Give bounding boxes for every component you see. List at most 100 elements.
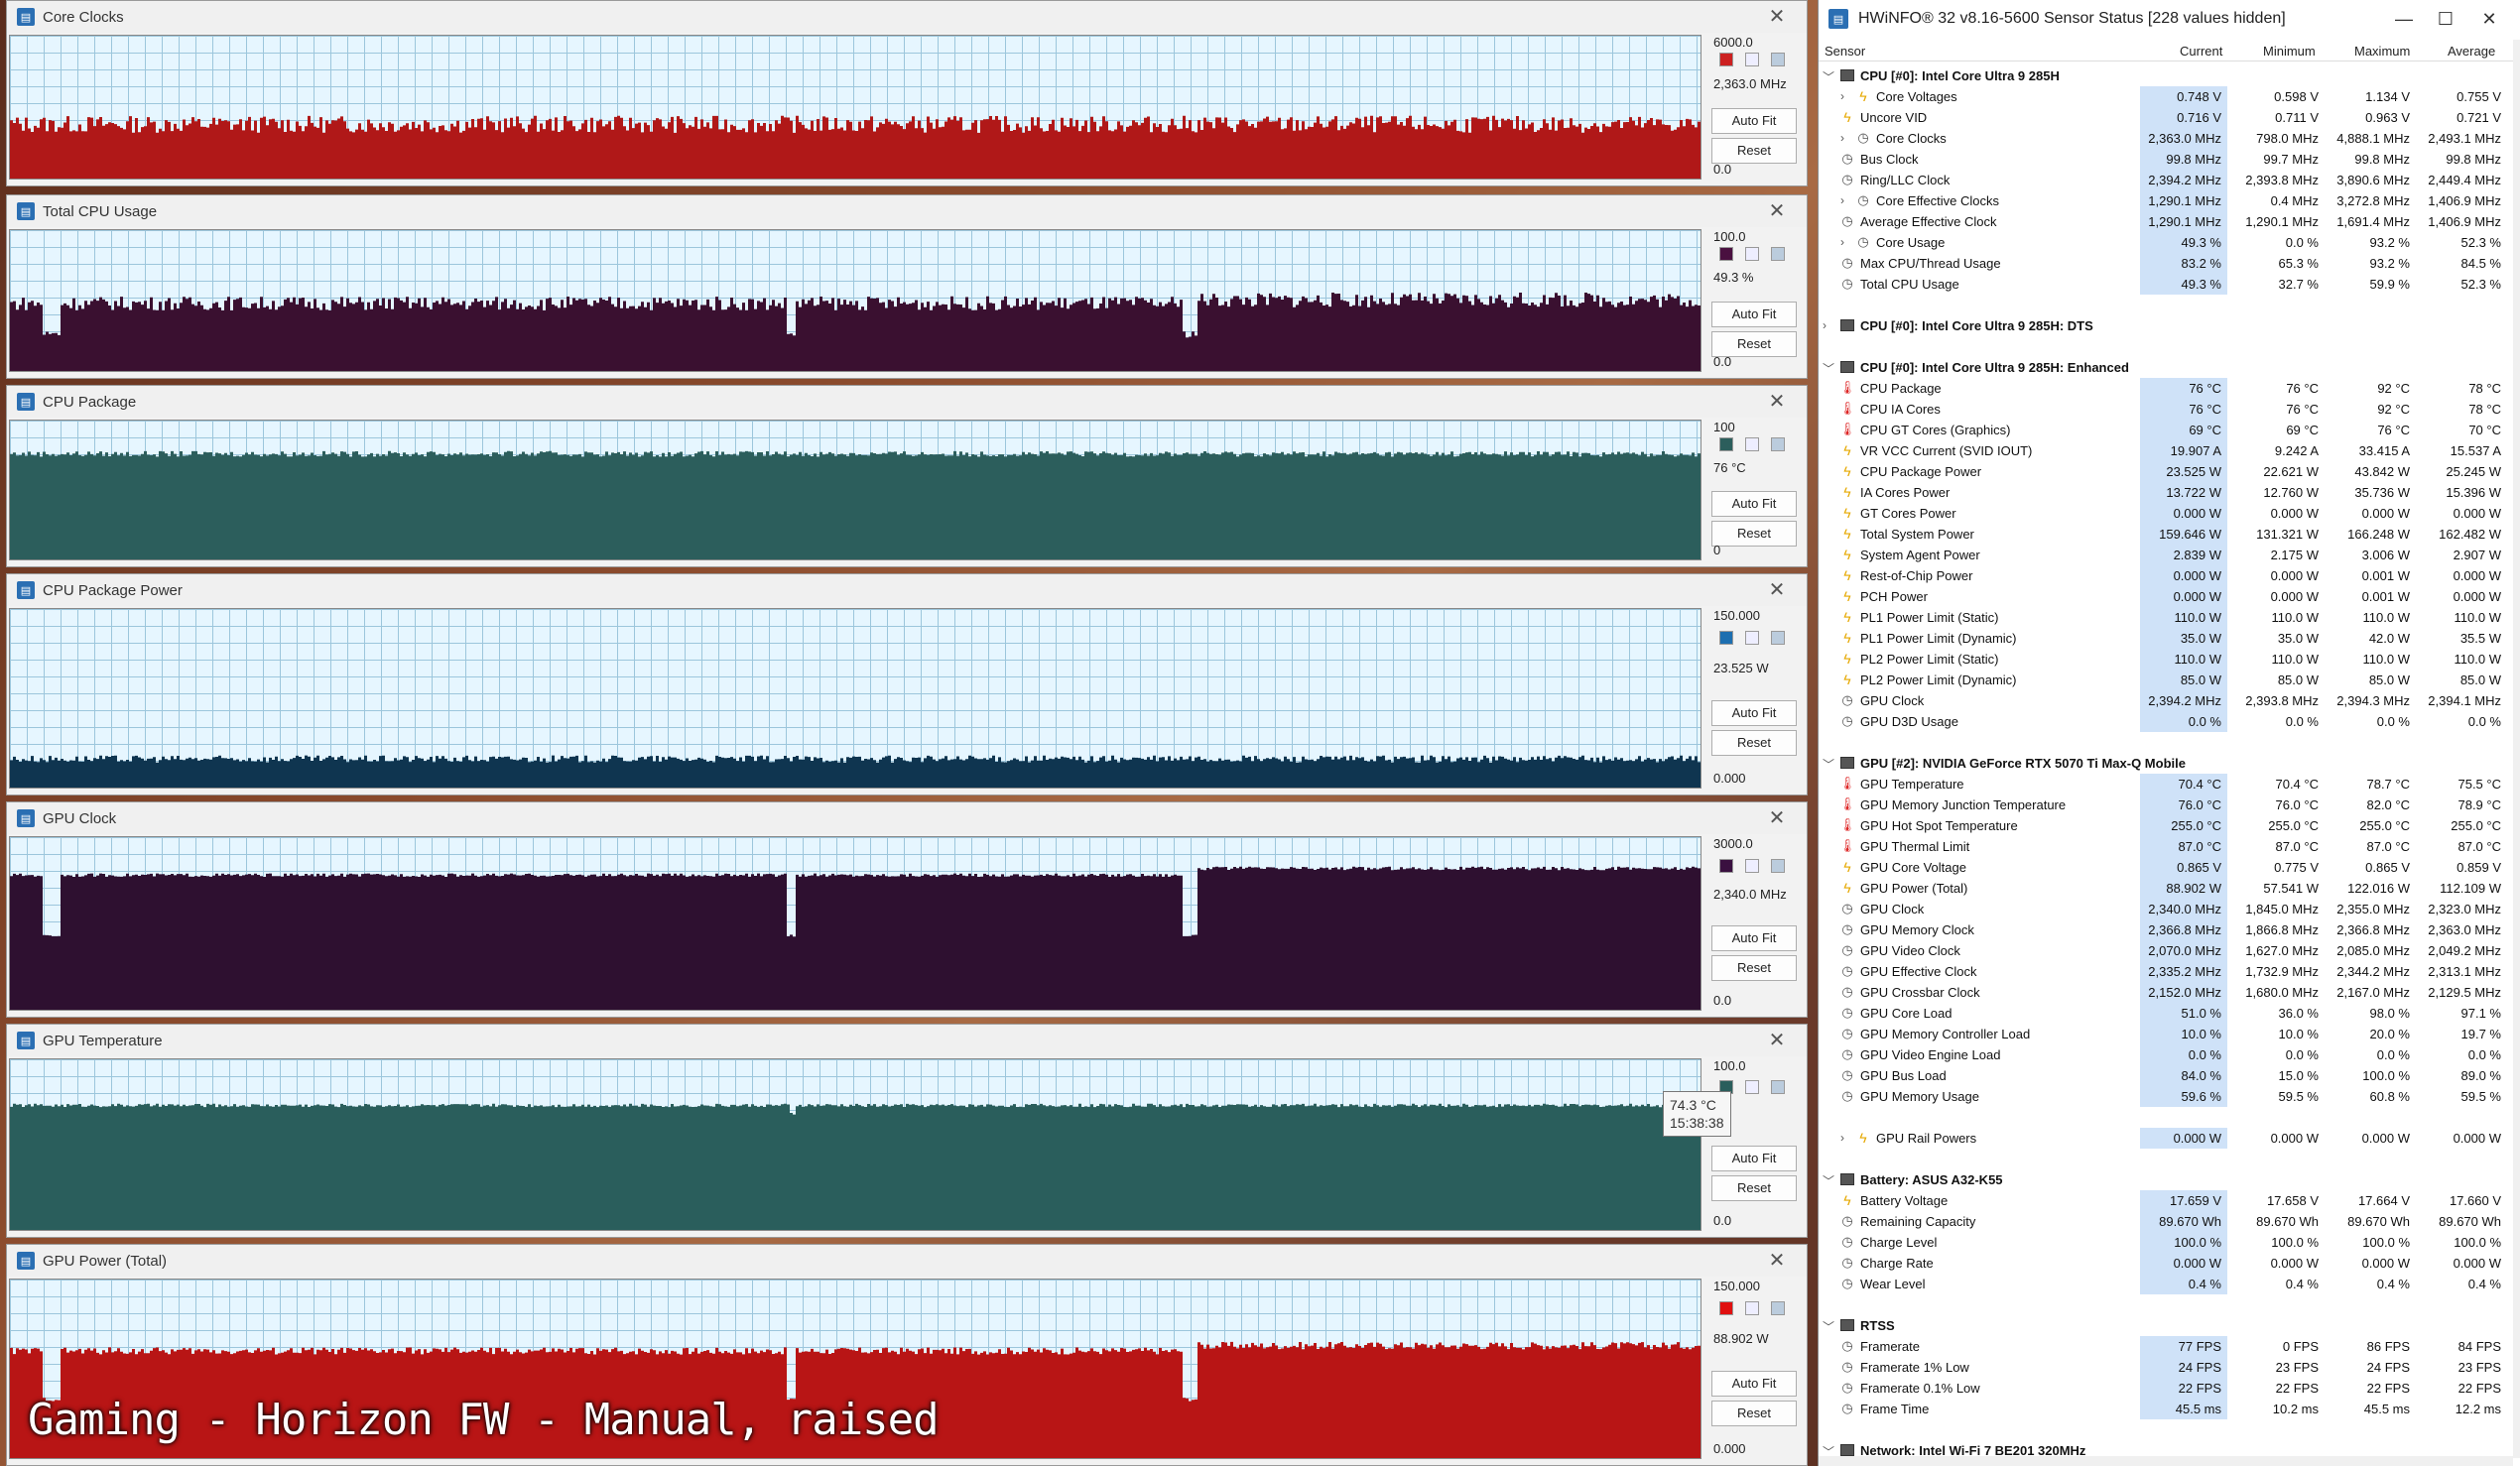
swatch-light[interactable]: [1745, 858, 1759, 873]
sensor-group-row[interactable]: ﹀ CPU [#0]: Intel Core Ultra 9 285H: Enha…: [1819, 357, 2513, 378]
color-swatch[interactable]: [1719, 53, 1733, 67]
expand-toggle[interactable]: ›: [1840, 235, 1854, 249]
close-icon[interactable]: ✕: [1765, 806, 1789, 830]
expand-toggle[interactable]: ›: [1823, 318, 1836, 332]
sensor-group-row[interactable]: ﹀ CPU [#0]: Intel Core Ultra 9 285H: [1819, 65, 2513, 86]
color-swatch[interactable]: [1719, 247, 1733, 262]
sensor-row[interactable]: ◷ GPU Core Load 51.0 % 36.0 % 98.0 % 97.1 %: [1819, 1003, 2513, 1024]
auto-fit-button[interactable]: Auto Fit: [1711, 490, 1797, 517]
sensor-row[interactable]: ϟ PL1 Power Limit (Static) 110.0 W 110.0 W 1…: [1819, 607, 2513, 628]
vertical-scrollbar[interactable]: [2513, 40, 2520, 1458]
column-average[interactable]: Average: [2448, 44, 2495, 59]
expand-toggle[interactable]: ﹀: [1823, 1318, 1836, 1335]
sensor-row[interactable]: ϟ VR VCC Current (SVID IOUT) 19.907 A 9.242…: [1819, 440, 2513, 461]
sensor-row[interactable]: › ϟ GPU Rail Powers 0.000 W 0.000 W 0.000 W 0.…: [1819, 1128, 2513, 1149]
expand-toggle[interactable]: ﹀: [1823, 68, 1836, 85]
color-swatch[interactable]: [1719, 631, 1733, 646]
swatch-blue[interactable]: [1771, 1301, 1785, 1316]
auto-fit-button[interactable]: Auto Fit: [1711, 301, 1797, 327]
reset-button[interactable]: Reset: [1711, 954, 1797, 981]
sensor-row[interactable]: ◷ GPU Memory Clock 2,366.8 MHz 1,866.8 MHz 2…: [1819, 919, 2513, 940]
sensor-row[interactable]: ϟ GT Cores Power 0.000 W 0.000 W 0.000 W 0.00…: [1819, 503, 2513, 524]
sensor-row[interactable]: 🌡 CPU Package 76 °C 76 °C 92 °C 78 °C: [1819, 378, 2513, 399]
sensor-row[interactable]: ϟ PL2 Power Limit (Static) 110.0 W 110.0 W 1…: [1819, 649, 2513, 670]
sensor-row[interactable]: 🌡 CPU GT Cores (Graphics) 69 °C 69 °C 76 °C 7…: [1819, 420, 2513, 440]
sensor-row[interactable]: › ◷ Core Usage 49.3 % 0.0 % 93.2 % 52.3 %: [1819, 232, 2513, 253]
swatch-blue[interactable]: [1771, 247, 1785, 262]
sensor-row[interactable]: ϟ PL1 Power Limit (Dynamic) 35.0 W 35.0 W 42…: [1819, 628, 2513, 649]
sensor-row[interactable]: ◷ GPU Crossbar Clock 2,152.0 MHz 1,680.0 MH…: [1819, 982, 2513, 1003]
sensor-row[interactable]: ◷ Max CPU/Thread Usage 83.2 % 65.3 % 93.2 % 8…: [1819, 253, 2513, 274]
reset-button[interactable]: Reset: [1711, 1400, 1797, 1426]
close-icon[interactable]: ✕: [1765, 578, 1789, 602]
sensor-row[interactable]: › ◷ Core Clocks 2,363.0 MHz 798.0 MHz 4,888.1…: [1819, 128, 2513, 149]
sensor-row[interactable]: ◷ Frame Time 45.5 ms 10.2 ms 45.5 ms 12.2 ms: [1819, 1399, 2513, 1419]
sensor-group-row[interactable]: ﹀ GPU [#2]: NVIDIA GeForce RTX 5070 Ti Ma…: [1819, 753, 2513, 774]
sensor-row[interactable]: ϟ Total System Power 159.646 W 131.321 W 166…: [1819, 524, 2513, 545]
auto-fit-button[interactable]: Auto Fit: [1711, 924, 1797, 951]
swatch-light[interactable]: [1745, 53, 1759, 67]
sensor-group-row[interactable]: › CPU [#0]: Intel Core Ultra 9 285H: DTS: [1819, 315, 2513, 336]
sensor-row[interactable]: ϟ System Agent Power 2.839 W 2.175 W 3.006 W…: [1819, 545, 2513, 565]
expand-toggle[interactable]: ›: [1840, 1131, 1854, 1145]
column-maximum[interactable]: Maximum: [2354, 44, 2410, 59]
close-icon[interactable]: ✕: [1765, 390, 1789, 414]
swatch-blue[interactable]: [1771, 631, 1785, 646]
close-icon[interactable]: ✕: [1765, 1029, 1789, 1052]
reset-button[interactable]: Reset: [1711, 1175, 1797, 1202]
sensor-row[interactable]: ◷ GPU Video Engine Load 0.0 % 0.0 % 0.0 % 0.0…: [1819, 1044, 2513, 1065]
sensor-row[interactable]: ϟ PCH Power 0.000 W 0.000 W 0.001 W 0.000 W: [1819, 586, 2513, 607]
sensor-row[interactable]: ϟ Uncore VID 0.716 V 0.711 V 0.963 V 0.721 V: [1819, 107, 2513, 128]
close-icon[interactable]: ✕: [1765, 5, 1789, 29]
sensor-row[interactable]: 🌡 GPU Temperature 70.4 °C 70.4 °C 78.7 °C 75.…: [1819, 774, 2513, 794]
sensor-row[interactable]: ◷ Total CPU Usage 49.3 % 32.7 % 59.9 % 52.3 %: [1819, 274, 2513, 295]
sensor-row[interactable]: ϟ IA Cores Power 13.722 W 12.760 W 35.736 W 1…: [1819, 482, 2513, 503]
sensor-row[interactable]: ϟ Rest-of-Chip Power 0.000 W 0.000 W 0.001 W…: [1819, 565, 2513, 586]
column-current[interactable]: Current: [2180, 44, 2222, 59]
swatch-blue[interactable]: [1771, 436, 1785, 451]
sensor-row[interactable]: ◷ GPU Bus Load 84.0 % 15.0 % 100.0 % 89.0 %: [1819, 1065, 2513, 1086]
color-swatch[interactable]: [1719, 858, 1733, 873]
sensor-row[interactable]: › ◷ Core Effective Clocks 1,290.1 MHz 0.4 MH…: [1819, 190, 2513, 211]
reset-button[interactable]: Reset: [1711, 330, 1797, 357]
sensor-row[interactable]: ◷ Wear Level 0.4 % 0.4 % 0.4 % 0.4 %: [1819, 1274, 2513, 1294]
auto-fit-button[interactable]: Auto Fit: [1711, 107, 1797, 134]
sensor-row[interactable]: 🌡 CPU IA Cores 76 °C 76 °C 92 °C 78 °C: [1819, 399, 2513, 420]
sensor-row[interactable]: ◷ GPU Memory Controller Load 10.0 % 10.0 % 2…: [1819, 1024, 2513, 1044]
reset-button[interactable]: Reset: [1711, 729, 1797, 756]
sensor-row[interactable]: ϟ Battery Voltage 17.659 V 17.658 V 17.664 V…: [1819, 1190, 2513, 1211]
sensor-row[interactable]: ◷ Framerate 1% Low 24 FPS 23 FPS 24 FPS 23 FP…: [1819, 1357, 2513, 1378]
swatch-light[interactable]: [1745, 1080, 1759, 1095]
sensor-row[interactable]: ◷ GPU Video Clock 2,070.0 MHz 1,627.0 MHz 2,…: [1819, 940, 2513, 961]
sensor-row[interactable]: ◷ Bus Clock 99.8 MHz 99.7 MHz 99.8 MHz 99.8 M…: [1819, 149, 2513, 170]
sensor-row[interactable]: ϟ GPU Power (Total) 88.902 W 57.541 W 122.01…: [1819, 878, 2513, 899]
sensor-row[interactable]: ◷ Ring/LLC Clock 2,394.2 MHz 2,393.8 MHz 3,8…: [1819, 170, 2513, 190]
sensor-row[interactable]: ◷ Average Effective Clock 1,290.1 MHz 1,290…: [1819, 211, 2513, 232]
sensor-row[interactable]: ◷ GPU Memory Usage 59.6 % 59.5 % 60.8 % 59.5 …: [1819, 1086, 2513, 1107]
reset-button[interactable]: Reset: [1711, 137, 1797, 164]
sensor-row[interactable]: ◷ GPU Clock 2,394.2 MHz 2,393.8 MHz 2,394.3 …: [1819, 690, 2513, 711]
auto-fit-button[interactable]: Auto Fit: [1711, 1146, 1797, 1172]
swatch-blue[interactable]: [1771, 1080, 1785, 1095]
swatch-light[interactable]: [1745, 1301, 1759, 1316]
expand-toggle[interactable]: ›: [1840, 131, 1854, 145]
sensor-row[interactable]: ϟ CPU Package Power 23.525 W 22.621 W 43.842…: [1819, 461, 2513, 482]
sensor-row[interactable]: ◷ GPU D3D Usage 0.0 % 0.0 % 0.0 % 0.0 %: [1819, 711, 2513, 732]
sensor-row[interactable]: 🌡 GPU Memory Junction Temperature 76.0 °C 7…: [1819, 794, 2513, 815]
sensor-row[interactable]: ◷ Charge Rate 0.000 W 0.000 W 0.000 W 0.000 W: [1819, 1253, 2513, 1274]
sensor-row[interactable]: › ϟ Core Voltages 0.748 V 0.598 V 1.134 V 0.75…: [1819, 86, 2513, 107]
expand-toggle[interactable]: ﹀: [1823, 1172, 1836, 1189]
sensor-row[interactable]: ◷ GPU Clock 2,340.0 MHz 1,845.0 MHz 2,355.0 …: [1819, 899, 2513, 919]
expand-toggle[interactable]: ›: [1840, 193, 1854, 207]
sensor-group-row[interactable]: ﹀ Battery: ASUS A32-K55: [1819, 1169, 2513, 1190]
close-icon[interactable]: ✕: [2469, 4, 2509, 34]
sensor-row[interactable]: ϟ PL2 Power Limit (Dynamic) 85.0 W 85.0 W 85…: [1819, 670, 2513, 690]
sensor-row[interactable]: ◷ Charge Level 100.0 % 100.0 % 100.0 % 100.0 …: [1819, 1232, 2513, 1253]
sensor-row[interactable]: 🌡 GPU Thermal Limit 87.0 °C 87.0 °C 87.0 °C 8…: [1819, 836, 2513, 857]
sensor-row[interactable]: ◷ Remaining Capacity 89.670 Wh 89.670 Wh 89.…: [1819, 1211, 2513, 1232]
maximize-icon[interactable]: ☐: [2426, 4, 2465, 34]
close-icon[interactable]: ✕: [1765, 1249, 1789, 1273]
swatch-light[interactable]: [1745, 247, 1759, 262]
swatch-blue[interactable]: [1771, 53, 1785, 67]
close-icon[interactable]: ✕: [1765, 199, 1789, 223]
